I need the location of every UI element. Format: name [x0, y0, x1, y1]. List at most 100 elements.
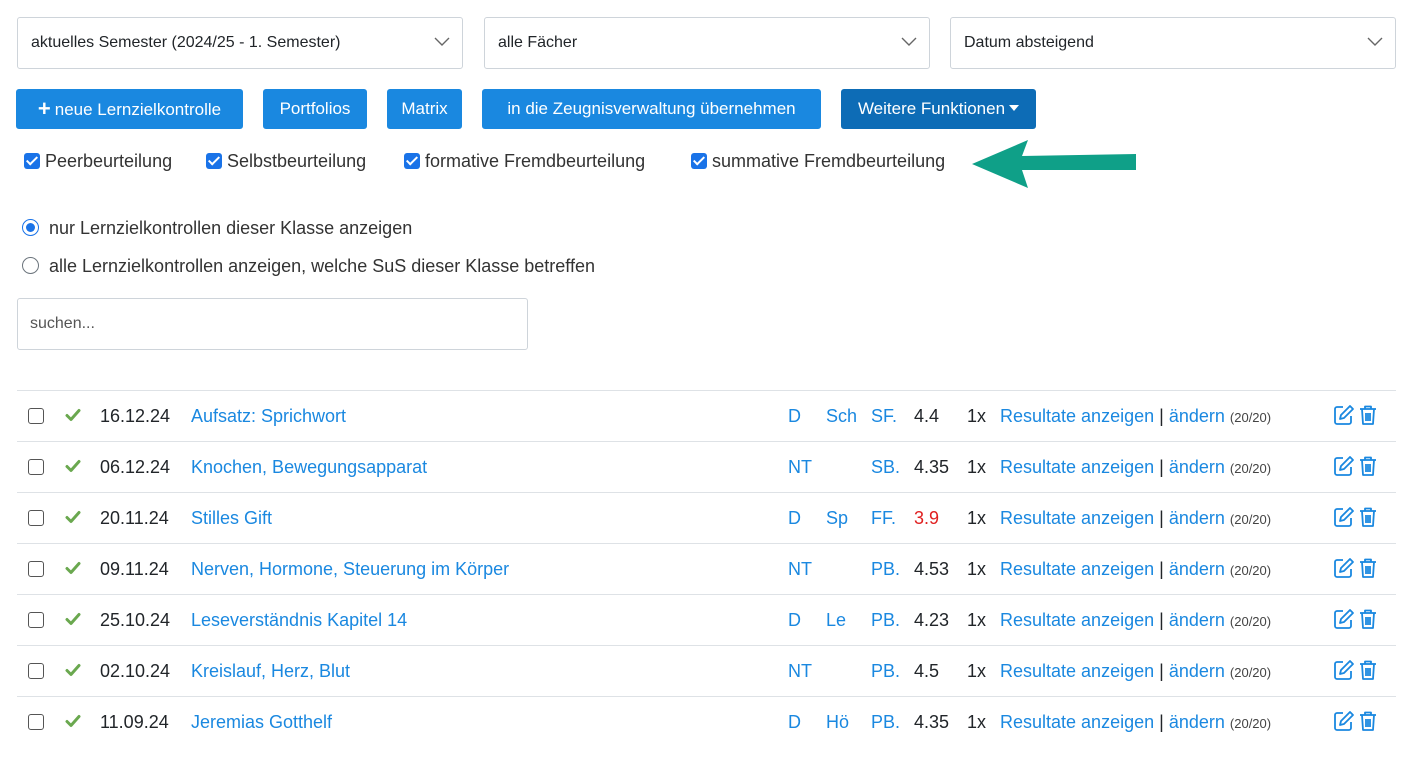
trash-icon[interactable] [1360, 405, 1376, 425]
results-link[interactable]: Resultate anzeigen [1000, 610, 1154, 630]
row-grade: 4.5 [914, 661, 940, 681]
row-subject[interactable]: D [788, 506, 801, 530]
results-link[interactable]: Resultate anzeigen [1000, 457, 1154, 477]
edit-link[interactable]: ändern [1169, 712, 1225, 732]
trash-icon[interactable] [1360, 558, 1376, 578]
edit-link[interactable]: ändern [1169, 559, 1225, 579]
semester-select[interactable]: aktuelles Semester (2024/25 - 1. Semeste… [17, 17, 463, 69]
edit-icon[interactable] [1334, 711, 1354, 731]
row-subtopic[interactable]: Le [826, 608, 846, 632]
trash-icon[interactable] [1360, 711, 1376, 731]
filter-formative[interactable]: formative Fremdbeurteilung [404, 150, 645, 172]
row-subject[interactable]: D [788, 608, 801, 632]
subject-select-value: alle Fächer [498, 34, 578, 51]
edit-link[interactable]: ändern [1169, 610, 1225, 630]
trash-icon[interactable] [1360, 456, 1376, 476]
check-icon [65, 409, 81, 421]
trash-icon[interactable] [1360, 660, 1376, 680]
check-icon [65, 664, 81, 676]
search-input[interactable] [17, 298, 528, 350]
checkbox-checked-icon[interactable] [206, 153, 222, 169]
checkbox-checked-icon[interactable] [24, 153, 40, 169]
edit-icon[interactable] [1334, 609, 1354, 629]
row-type[interactable]: SF. [871, 404, 897, 428]
separator: | [1159, 406, 1164, 426]
row-checkbox[interactable] [28, 714, 44, 730]
new-check-button[interactable]: + neue Lernzielkontrolle [16, 89, 243, 129]
row-date: 09.11.24 [100, 559, 169, 579]
radio-selected-icon[interactable] [22, 219, 39, 236]
portfolios-button[interactable]: Portfolios [263, 89, 367, 129]
edit-link[interactable]: ändern [1169, 508, 1225, 528]
row-action-icons [1334, 507, 1376, 527]
edit-link[interactable]: ändern [1169, 661, 1225, 681]
row-grade: 4.4 [914, 406, 940, 426]
row-checkbox[interactable] [28, 561, 44, 577]
row-subject[interactable]: D [788, 404, 801, 428]
row-grade: 3.9 [914, 508, 940, 528]
radio-empty-icon[interactable] [22, 257, 39, 274]
row-type[interactable]: PB. [871, 710, 900, 734]
results-link[interactable]: Resultate anzeigen [1000, 406, 1154, 426]
row-type[interactable]: SB. [871, 455, 900, 479]
row-subject[interactable]: NT [788, 659, 812, 683]
trash-icon[interactable] [1360, 609, 1376, 629]
checkbox-checked-icon[interactable] [404, 153, 420, 169]
filter-peer[interactable]: Peerbeurteilung [24, 150, 172, 172]
edit-icon[interactable] [1334, 507, 1354, 527]
row-checkbox[interactable] [28, 612, 44, 628]
row-title-link[interactable]: Kreislauf, Herz, Blut [191, 659, 350, 683]
edit-link[interactable]: ändern [1169, 457, 1225, 477]
row-checkbox[interactable] [28, 510, 44, 526]
row-action-icons [1334, 558, 1376, 578]
edit-link[interactable]: ändern [1169, 406, 1225, 426]
row-checkbox[interactable] [28, 459, 44, 475]
row-date: 25.10.24 [100, 610, 171, 630]
row-subject[interactable]: NT [788, 455, 812, 479]
row-subtopic[interactable]: Sp [826, 506, 848, 530]
row-checkbox[interactable] [28, 663, 44, 679]
scope-option-class[interactable]: nur Lernzielkontrollen dieser Klasse anz… [22, 216, 412, 240]
row-subtopic[interactable]: Sch [826, 404, 857, 428]
edit-icon[interactable] [1334, 558, 1354, 578]
edit-icon[interactable] [1334, 456, 1354, 476]
subject-select[interactable]: alle Fächer [484, 17, 930, 69]
row-title-link[interactable]: Leseverständnis Kapitel 14 [191, 608, 407, 632]
row-date: 06.12.24 [100, 457, 171, 477]
transfer-button[interactable]: in die Zeugnisverwaltung übernehmen [482, 89, 821, 129]
sort-select[interactable]: Datum absteigend [950, 17, 1396, 69]
row-count: 1x [967, 406, 987, 426]
checkbox-checked-icon[interactable] [691, 153, 707, 169]
results-link[interactable]: Resultate anzeigen [1000, 712, 1154, 732]
row-title-link[interactable]: Jeremias Gotthelf [191, 710, 332, 734]
row-title-link[interactable]: Nerven, Hormone, Steuerung im Körper [191, 557, 509, 581]
row-action-icons [1334, 609, 1376, 629]
row-checkbox[interactable] [28, 408, 44, 424]
row-date: 16.12.24 [100, 406, 171, 426]
row-subtopic[interactable]: Hö [826, 710, 849, 734]
matrix-button[interactable]: Matrix [387, 89, 462, 129]
results-link[interactable]: Resultate anzeigen [1000, 661, 1154, 681]
scope-option-all[interactable]: alle Lernzielkontrollen anzeigen, welche… [22, 254, 595, 278]
edit-icon[interactable] [1334, 660, 1354, 680]
results-link[interactable]: Resultate anzeigen [1000, 559, 1154, 579]
row-subject[interactable]: D [788, 710, 801, 734]
row-type[interactable]: FF. [871, 506, 896, 530]
chevron-down-icon [901, 37, 917, 46]
row-type[interactable]: PB. [871, 608, 900, 632]
more-functions-button[interactable]: Weitere Funktionen [841, 89, 1036, 129]
annotation-arrow-icon [972, 140, 1136, 188]
filter-self[interactable]: Selbstbeurteilung [206, 150, 366, 172]
edit-icon[interactable] [1334, 405, 1354, 425]
filter-summative[interactable]: summative Fremdbeurteilung [691, 150, 945, 172]
row-subject[interactable]: NT [788, 557, 812, 581]
trash-icon[interactable] [1360, 507, 1376, 527]
separator: | [1159, 712, 1164, 732]
row-title-link[interactable]: Aufsatz: Sprichwort [191, 404, 346, 428]
row-title-link[interactable]: Knochen, Bewegungsapparat [191, 455, 427, 479]
row-type[interactable]: PB. [871, 659, 900, 683]
check-icon [65, 562, 81, 574]
row-type[interactable]: PB. [871, 557, 900, 581]
results-link[interactable]: Resultate anzeigen [1000, 508, 1154, 528]
row-title-link[interactable]: Stilles Gift [191, 506, 272, 530]
